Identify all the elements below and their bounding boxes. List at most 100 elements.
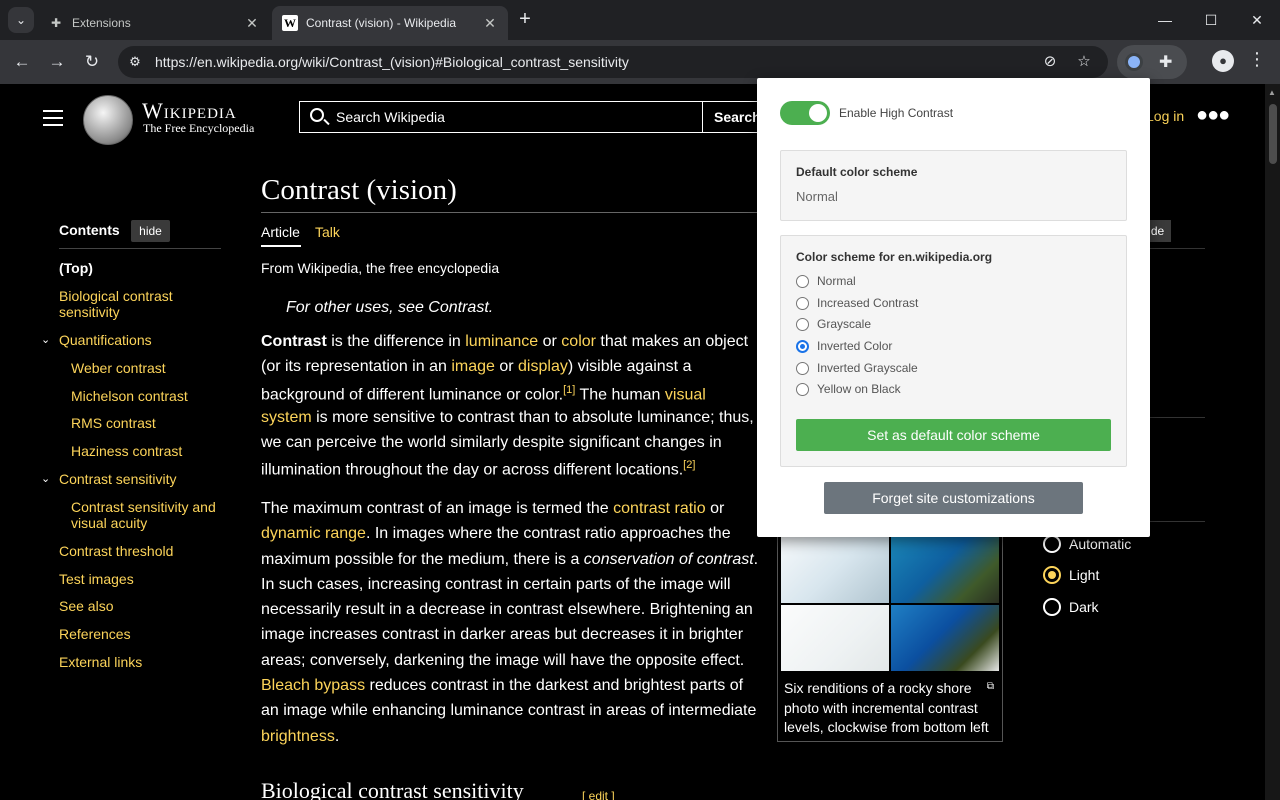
toc-item-references[interactable]: References xyxy=(59,626,131,642)
link[interactable]: display xyxy=(518,358,568,375)
high-contrast-extension-icon[interactable] xyxy=(1125,53,1143,71)
scheme-option-inverted-color[interactable]: Inverted Color xyxy=(796,339,892,353)
scheme-option-yellow-on-black[interactable]: Yellow on Black xyxy=(796,382,901,396)
link[interactable]: color xyxy=(561,333,596,350)
page-title: Contrast (vision) xyxy=(261,174,457,206)
link[interactable]: contrast ratio xyxy=(613,500,705,517)
radio-button[interactable] xyxy=(796,382,809,396)
link[interactable]: image xyxy=(451,358,495,375)
search-input[interactable]: Search Wikipedia xyxy=(336,109,445,125)
close-window-button[interactable]: ✕ xyxy=(1234,0,1280,40)
page-scrollbar[interactable]: ▲ xyxy=(1265,84,1280,800)
wikipedia-globe-logo[interactable] xyxy=(83,95,133,145)
radio-button[interactable] xyxy=(796,274,809,288)
scrollbar-thumb[interactable] xyxy=(1269,104,1277,164)
radio-button[interactable] xyxy=(1043,535,1061,553)
radio-button[interactable] xyxy=(796,339,809,353)
link[interactable]: brightness xyxy=(261,728,335,745)
search-box[interactable]: Search Wikipedia xyxy=(299,101,703,133)
radio-button[interactable] xyxy=(796,317,809,331)
tab-search-button[interactable]: ⌄ xyxy=(8,7,34,33)
enable-high-contrast-toggle[interactable] xyxy=(780,101,830,125)
toc-item-haziness[interactable]: Haziness contrast xyxy=(71,443,182,459)
tab-wikipedia[interactable]: W Contrast (vision) - Wikipedia ✕ xyxy=(272,6,508,40)
section-heading: Biological contrast sensitivity xyxy=(261,778,524,800)
url-text[interactable]: https://en.wikipedia.org/wiki/Contrast_(… xyxy=(155,54,629,70)
search-button[interactable]: Search xyxy=(702,101,762,133)
card-title: Color scheme for en.wikipedia.org xyxy=(796,250,993,264)
link[interactable]: dynamic range xyxy=(261,525,366,542)
chevron-down-icon[interactable]: ⌄ xyxy=(41,472,50,485)
scheme-option-normal[interactable]: Normal xyxy=(796,274,856,288)
color-option-light[interactable]: Light xyxy=(1043,566,1099,584)
link[interactable]: system xyxy=(261,409,312,426)
image-tile xyxy=(891,537,999,603)
radio-button[interactable] xyxy=(1043,598,1061,616)
toc-item-see-also[interactable]: See also xyxy=(59,598,113,614)
forward-arrow-icon[interactable]: → xyxy=(45,50,69,74)
bookmark-star-icon[interactable]: ☆ xyxy=(1074,52,1094,72)
rocky-shore-image[interactable] xyxy=(781,537,1001,673)
paragraph-intro: Contrast is the difference in luminance … xyxy=(261,333,754,479)
toc-item-michelson[interactable]: Michelson contrast xyxy=(71,388,188,404)
default-scheme-value: Normal xyxy=(796,189,838,204)
eye-off-icon[interactable]: ⊘ xyxy=(1040,52,1060,72)
toc-item-threshold[interactable]: Contrast threshold xyxy=(59,543,173,559)
chevron-down-icon[interactable]: ⌄ xyxy=(41,333,50,346)
site-info-icon[interactable]: ⚙ xyxy=(126,53,144,71)
citation[interactable]: [2] xyxy=(683,459,695,471)
toc-item-external-links[interactable]: External links xyxy=(59,654,142,670)
scheme-option-inverted-grayscale[interactable]: Inverted Grayscale xyxy=(796,361,918,375)
scheme-option-increased-contrast[interactable]: Increased Contrast xyxy=(796,296,918,310)
edit-link[interactable]: [ edit ] xyxy=(582,789,615,800)
forget-site-button[interactable]: Forget site customizations xyxy=(824,482,1083,514)
browser-menu-icon[interactable]: ⋮ xyxy=(1248,49,1266,70)
toc-item-rms[interactable]: RMS contrast xyxy=(71,415,156,431)
close-tab-icon[interactable]: ✕ xyxy=(482,15,498,32)
minimize-button[interactable]: — xyxy=(1142,0,1188,40)
toc-item-biological[interactable]: Biological contrast sensitivity xyxy=(59,288,209,320)
main-menu-icon[interactable] xyxy=(43,110,63,126)
profile-avatar-icon[interactable]: ● xyxy=(1212,50,1234,72)
address-bar[interactable]: ⚙ https://en.wikipedia.org/wiki/Contrast… xyxy=(118,46,1108,78)
radio-label: Grayscale xyxy=(817,317,872,331)
color-option-dark[interactable]: Dark xyxy=(1043,598,1099,616)
login-link[interactable]: Log in xyxy=(1146,108,1184,124)
maximize-button[interactable]: ☐ xyxy=(1188,0,1234,40)
toc-hide-button[interactable]: hide xyxy=(131,220,170,242)
thumbnail-figure: ⧉ Six renditions of a rocky shore photo … xyxy=(777,536,1003,742)
more-options-icon[interactable]: ●●● xyxy=(1196,104,1230,127)
link[interactable]: visual xyxy=(665,386,706,403)
toc-item-quantifications[interactable]: Quantifications xyxy=(59,332,152,348)
scheme-option-grayscale[interactable]: Grayscale xyxy=(796,317,871,331)
tab-title: Contrast (vision) - Wikipedia xyxy=(306,16,457,30)
site-scheme-card: Color scheme for en.wikipedia.org Normal… xyxy=(780,235,1127,467)
toc-item-weber[interactable]: Weber contrast xyxy=(71,360,166,376)
thumbnail-caption: Six renditions of a rocky shore photo wi… xyxy=(784,680,989,735)
citation[interactable]: [1] xyxy=(563,384,575,396)
default-scheme-card: Default color scheme Normal xyxy=(780,150,1127,221)
scroll-up-icon[interactable]: ▲ xyxy=(1268,88,1276,97)
hatnote-text: For other uses, see Contrast. xyxy=(286,299,494,316)
new-tab-button[interactable]: + xyxy=(514,8,536,30)
radio-label: Yellow on Black xyxy=(817,382,901,396)
tab-article[interactable]: Article xyxy=(261,224,300,240)
radio-button[interactable] xyxy=(796,361,809,375)
tab-talk[interactable]: Talk xyxy=(315,224,340,240)
close-tab-icon[interactable]: ✕ xyxy=(244,15,260,32)
link[interactable]: Bleach bypass xyxy=(261,677,365,694)
toc-item-test-images[interactable]: Test images xyxy=(59,571,134,587)
toc-item-top[interactable]: (Top) xyxy=(59,260,93,276)
toc-item-sensitivity-acuity[interactable]: Contrast sensitivity and visual acuity xyxy=(71,499,231,531)
color-option-automatic[interactable]: Automatic xyxy=(1043,535,1131,553)
link[interactable]: luminance xyxy=(465,333,538,350)
reload-icon[interactable]: ↻ xyxy=(80,50,104,74)
tab-extensions[interactable]: ✚ Extensions ✕ xyxy=(38,6,270,40)
extensions-puzzle-icon[interactable]: ✚ xyxy=(1159,52,1172,72)
toc-item-contrast-sensitivity[interactable]: Contrast sensitivity xyxy=(59,471,176,487)
radio-button[interactable] xyxy=(1043,566,1061,584)
radio-label: Dark xyxy=(1069,599,1099,615)
back-arrow-icon[interactable]: ← xyxy=(10,50,34,74)
set-default-button[interactable]: Set as default color scheme xyxy=(796,419,1111,451)
radio-button[interactable] xyxy=(796,296,809,310)
